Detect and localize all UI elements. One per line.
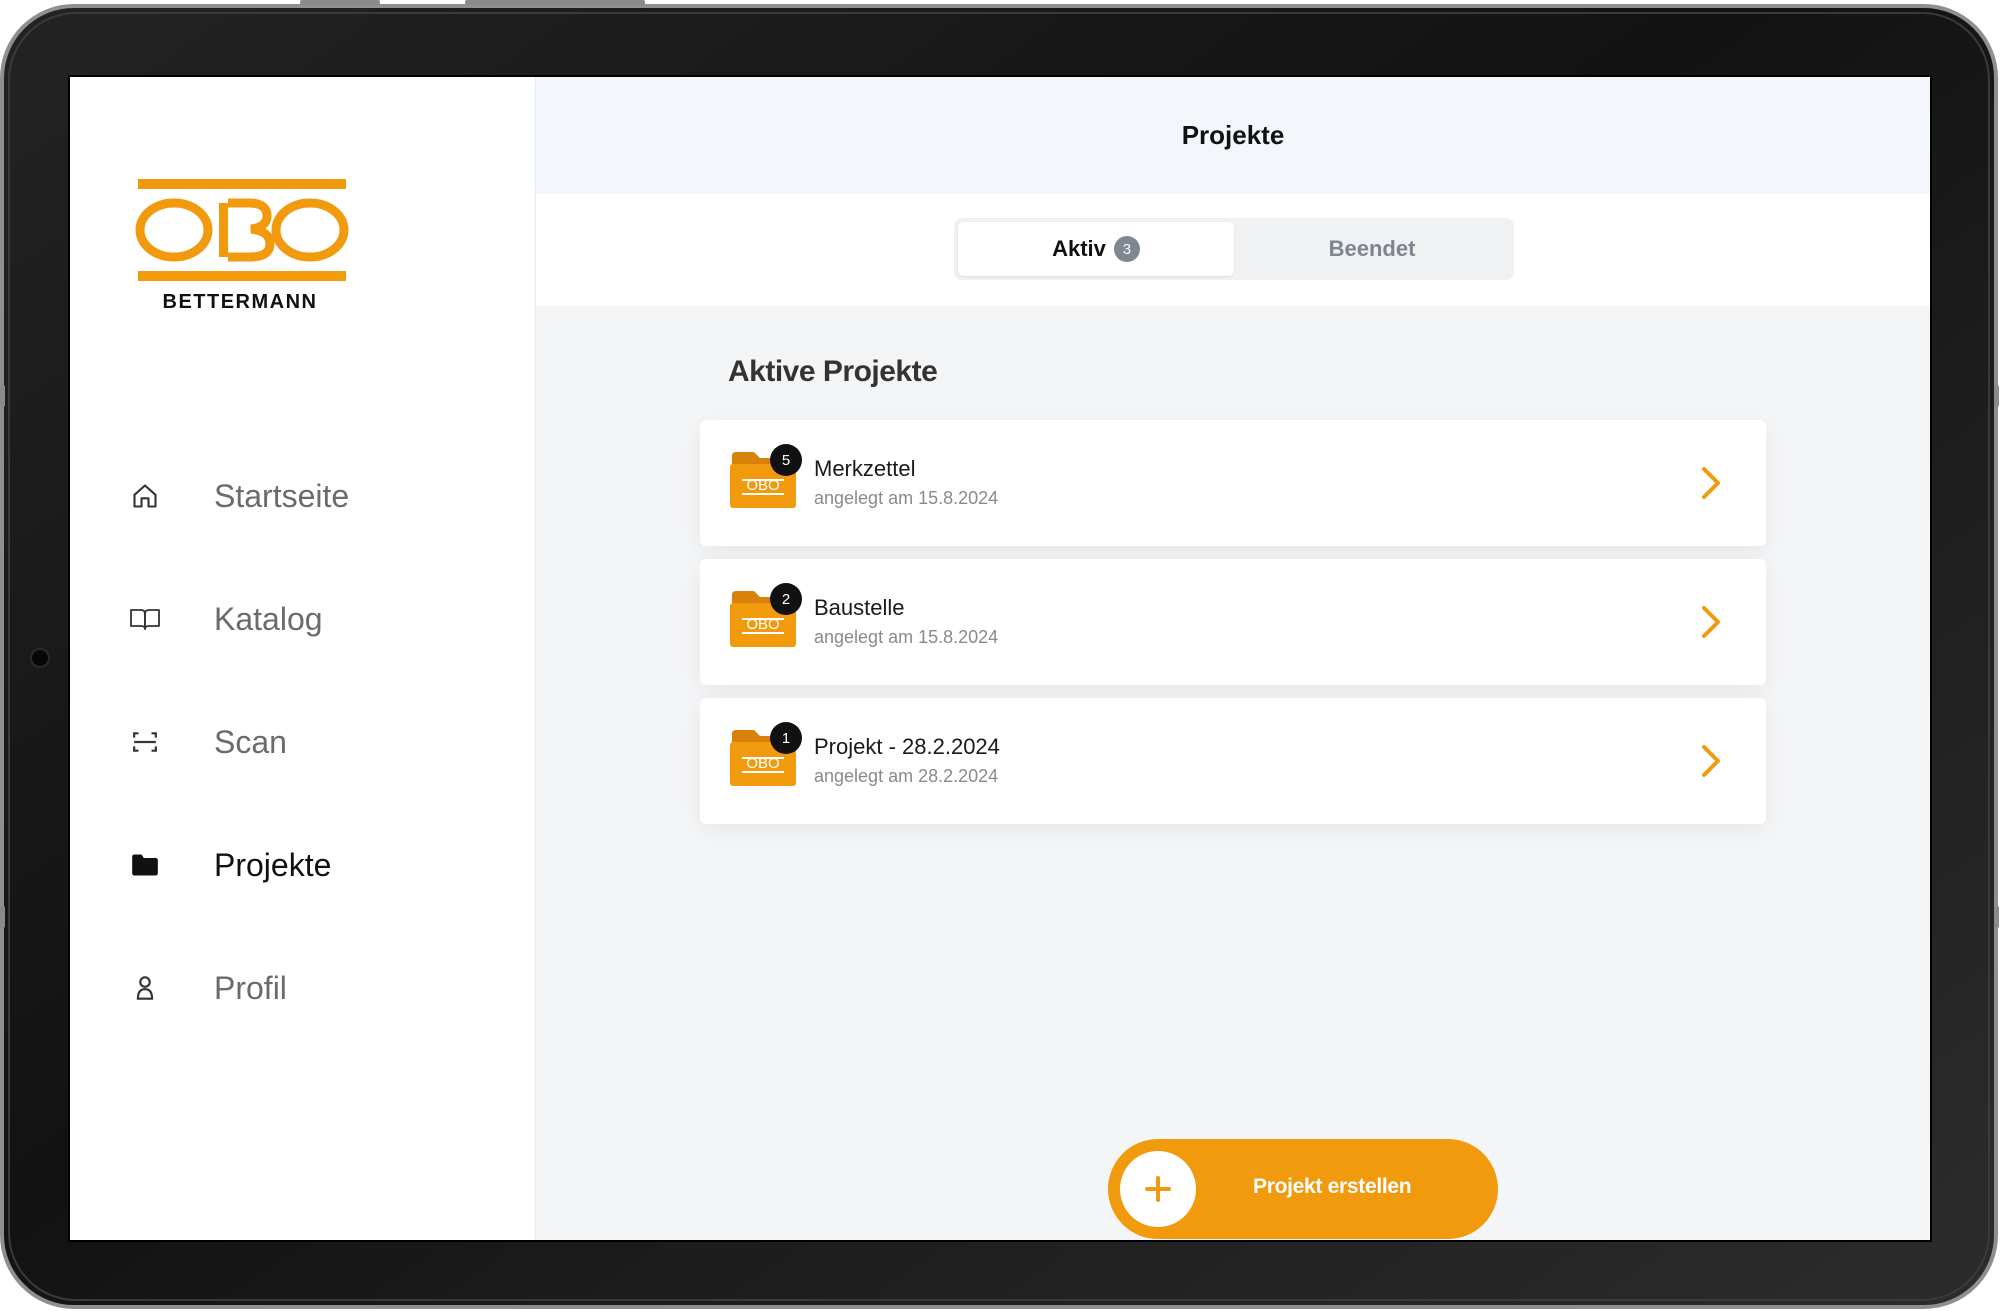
person-icon <box>120 968 170 1008</box>
section-title: Aktive Projekte <box>728 355 938 388</box>
create-project-label: Projekt erstellen <box>1253 1175 1412 1198</box>
project-list: OBO 5 Merkzettel angelegt am 15.8.2024 O… <box>700 420 1766 837</box>
item-count-badge: 1 <box>770 722 802 754</box>
right-button-2 <box>1994 906 1999 928</box>
sidebar-item-label: Scan <box>214 723 287 760</box>
item-count-badge: 2 <box>770 583 802 615</box>
scan-icon <box>120 722 170 762</box>
project-date: angelegt am 28.2.2024 <box>814 766 999 786</box>
chevron-right-icon <box>1702 606 1720 638</box>
project-date: angelegt am 15.8.2024 <box>814 488 999 508</box>
tab-aktiv[interactable]: Aktiv 3 <box>958 222 1234 276</box>
tab-beendet[interactable]: Beendet <box>1234 222 1510 276</box>
segmented-control: Aktiv 3 Beendet <box>954 218 1514 280</box>
project-text: Projekt - 28.2.2024 angelegt am 28.2.202… <box>814 734 1000 787</box>
page-title: Projekte <box>1181 120 1285 150</box>
main-content: Projekte Aktiv 3 Beendet Aktive Projekte <box>536 77 1930 1240</box>
chevron-right-icon <box>1702 467 1720 499</box>
top-button-2 <box>465 0 645 5</box>
top-button-1 <box>300 0 380 5</box>
obo-logo: BETTERMANN <box>134 177 352 314</box>
sidebar-item-startseite[interactable]: Startseite <box>120 468 500 524</box>
sidebar-item-projekte[interactable]: Projekte <box>120 837 500 893</box>
folder-icon <box>120 845 170 885</box>
item-count-badge: 5 <box>770 444 802 476</box>
plus-icon <box>1120 1151 1196 1227</box>
tab-count-badge: 3 <box>1113 236 1140 262</box>
home-icon <box>120 476 170 516</box>
tab-beendet-label: Beendet <box>1328 236 1416 261</box>
project-card[interactable]: OBO 1 Projekt - 28.2.2024 angelegt am 28… <box>700 698 1766 824</box>
project-text: Baustelle angelegt am 15.8.2024 <box>814 595 998 648</box>
project-card[interactable]: OBO 5 Merkzettel angelegt am 15.8.2024 <box>700 420 1766 546</box>
tab-aktiv-label: Aktiv <box>1052 236 1106 261</box>
project-date: angelegt am 15.8.2024 <box>814 627 999 647</box>
page-header: Projekte <box>536 77 1930 194</box>
front-camera <box>30 648 50 668</box>
sidebar: BETTERMANN Startseite Katalog Scan Proje <box>70 77 536 1240</box>
logo-subtitle: BETTERMANN <box>162 291 318 313</box>
tab-bar: Aktiv 3 Beendet <box>536 194 1930 306</box>
project-name: Baustelle <box>814 595 905 620</box>
project-card[interactable]: OBO 2 Baustelle angelegt am 15.8.2024 <box>700 559 1766 685</box>
sidebar-item-label: Katalog <box>214 600 323 637</box>
sidebar-item-katalog[interactable]: Katalog <box>120 591 500 647</box>
sidebar-item-label: Projekte <box>214 846 332 883</box>
create-project-button[interactable]: Projekt erstellen <box>1108 1139 1498 1239</box>
sidebar-item-profil[interactable]: Profil <box>120 960 500 1016</box>
left-button-2 <box>0 906 5 928</box>
left-button-1 <box>0 385 5 407</box>
app-screen: BETTERMANN Startseite Katalog Scan Proje <box>68 75 1932 1242</box>
sidebar-item-label: Startseite <box>214 477 350 514</box>
project-text: Merkzettel angelegt am 15.8.2024 <box>814 456 998 509</box>
chevron-right-icon <box>1702 745 1720 777</box>
sidebar-item-scan[interactable]: Scan <box>120 714 500 770</box>
sidebar-item-label: Profil <box>214 969 287 1006</box>
right-button-1 <box>1994 385 1999 407</box>
project-name: Projekt - 28.2.2024 <box>814 734 1000 759</box>
project-name: Merkzettel <box>814 456 916 481</box>
book-icon <box>120 599 170 639</box>
